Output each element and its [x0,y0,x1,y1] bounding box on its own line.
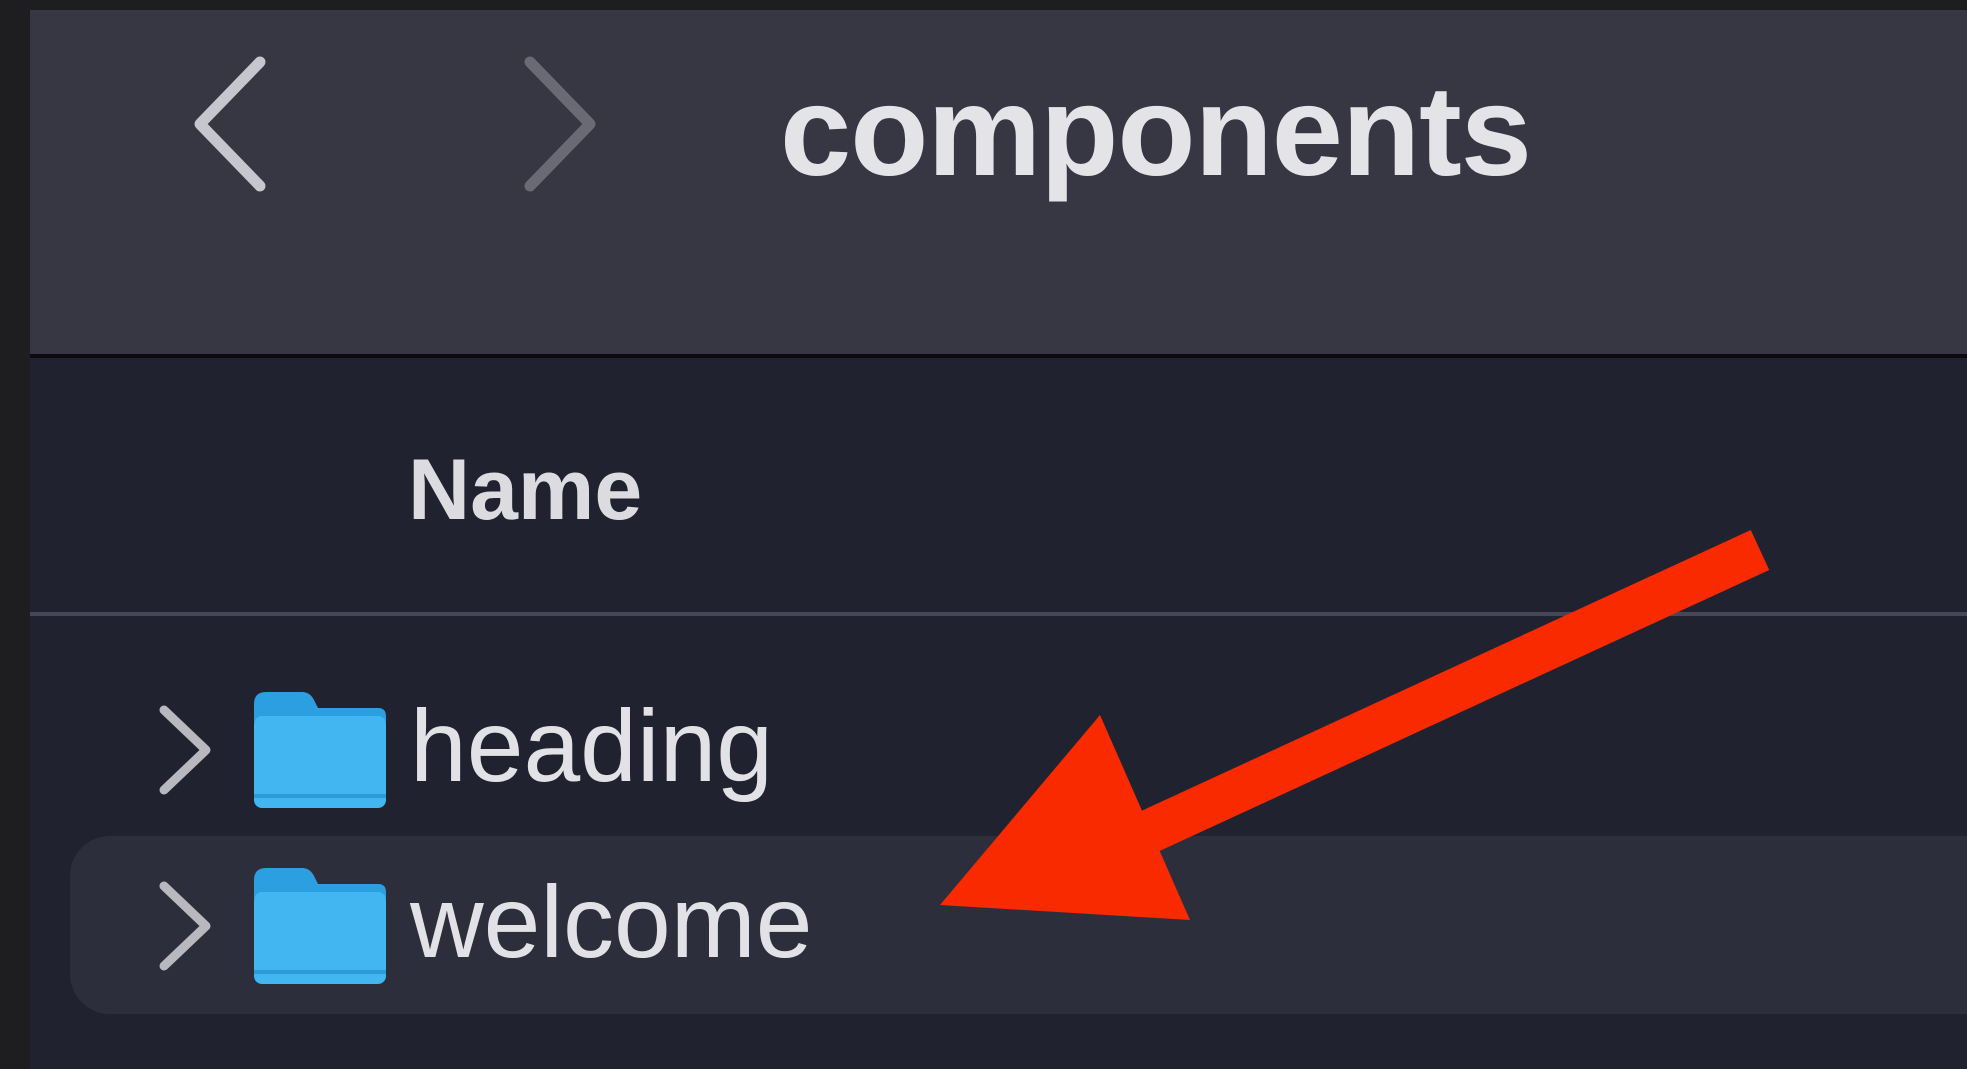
folder-icon [254,868,386,984]
file-list: Name heading welcome [30,358,1967,1069]
column-header: Name [30,358,1967,616]
forward-button[interactable] [510,54,610,194]
column-header-name[interactable]: Name [408,440,642,540]
file-name: heading [410,689,774,803]
back-button[interactable] [180,54,280,194]
disclosure-chevron-icon[interactable] [150,700,220,800]
finder-window: components Name heading welcome [30,10,1967,1069]
folder-icon [254,692,386,808]
chevron-left-icon [194,56,266,192]
toolbar: components [30,10,1967,358]
window-title: components [780,60,1532,203]
chevron-right-icon [524,56,596,192]
file-name: welcome [410,865,813,979]
disclosure-chevron-icon[interactable] [150,876,220,976]
screenshot: components Name heading welcome [0,0,1967,1069]
list-item[interactable]: heading [70,660,1967,838]
list-item[interactable]: welcome [70,836,1967,1014]
